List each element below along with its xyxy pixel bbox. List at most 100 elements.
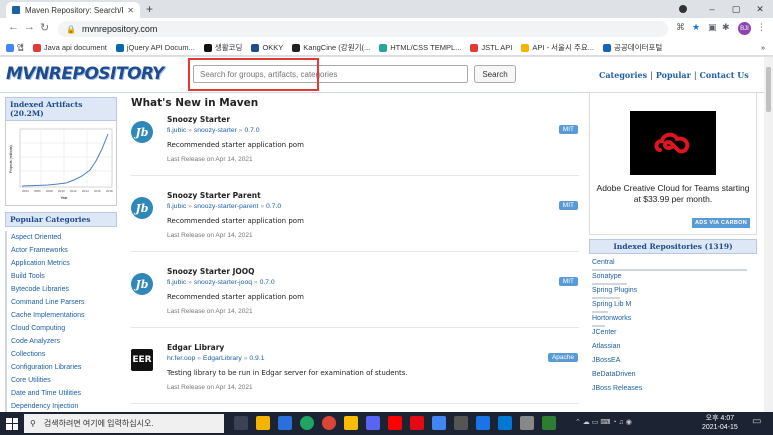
category-link[interactable]: Cache Implementations xyxy=(11,309,117,322)
bookmark-item[interactable]: HTML/CSS TEMPL... xyxy=(379,43,461,52)
category-link[interactable]: Core Utilities xyxy=(11,374,117,387)
repository-link[interactable]: JCenter xyxy=(592,329,617,336)
repository-item[interactable]: BeDataDriven xyxy=(592,371,757,385)
license-badge[interactable]: MIT xyxy=(558,125,578,134)
app-icon[interactable] xyxy=(520,416,534,430)
terminal-icon[interactable] xyxy=(454,416,468,430)
edge-icon[interactable] xyxy=(300,416,314,430)
version-link[interactable]: 0.7.0 xyxy=(244,127,259,134)
category-link[interactable]: Bytecode Libraries xyxy=(11,283,117,296)
repository-item[interactable]: Atlassian xyxy=(592,343,757,357)
repository-link[interactable]: Central xyxy=(592,259,615,266)
bookmark-item[interactable]: 공공데이터포털 xyxy=(603,42,662,53)
category-link[interactable]: Configuration Libraries xyxy=(11,361,117,374)
repository-link[interactable]: JBoss Releases xyxy=(592,385,642,392)
notification-icon[interactable]: ▭ xyxy=(752,416,761,427)
repository-item[interactable]: JBossEA xyxy=(592,357,757,371)
ad-box[interactable]: Adobe Creative Cloud for Teams starting … xyxy=(589,92,757,235)
popular-link[interactable]: Popular xyxy=(656,70,691,80)
artifact-link[interactable]: snoozy-starter-jooq xyxy=(194,279,252,286)
bookmark-item[interactable]: 생활코딩 xyxy=(203,42,242,53)
artifact-link[interactable]: snoozy-starter xyxy=(194,127,237,134)
scrollbar-thumb[interactable] xyxy=(766,67,771,112)
translate-icon[interactable]: ⌘ xyxy=(676,22,685,33)
artifact-link[interactable]: EdgarLibrary xyxy=(203,355,242,362)
more-bookmarks-icon[interactable]: » xyxy=(761,43,765,52)
repository-item[interactable]: Central xyxy=(592,259,757,273)
profile-status-icon[interactable] xyxy=(679,5,687,13)
netflix-icon[interactable] xyxy=(410,416,424,430)
new-tab-button[interactable]: + xyxy=(146,2,153,16)
indexed-artifacts-chart[interactable]: Projects (millions) 2004 2006 2008 2010 2012… xyxy=(5,121,117,206)
bookmark-star-icon[interactable]: ★ xyxy=(692,22,700,33)
category-link[interactable]: Application Metrics xyxy=(11,257,117,270)
artifact-link[interactable]: snoozy-starter-parent xyxy=(194,203,259,210)
repository-item[interactable]: Sonatype xyxy=(592,273,757,287)
repository-link[interactable]: Spring Lib M xyxy=(592,301,631,308)
address-bar[interactable]: 🔒 mvnrepository.com xyxy=(58,21,668,37)
repository-item[interactable]: Spring Lib M xyxy=(592,301,757,315)
artifact-logo-icon[interactable]: Jb xyxy=(131,197,153,219)
search-button[interactable]: Search xyxy=(474,65,516,83)
category-link[interactable]: Code Analyzers xyxy=(11,335,117,348)
category-link[interactable]: Cloud Computing xyxy=(11,322,117,335)
forward-button[interactable]: → xyxy=(24,21,35,33)
bookmark-item[interactable]: Java api document xyxy=(32,43,107,52)
bookmark-item[interactable]: OKKY xyxy=(251,43,283,52)
windows-start-icon[interactable] xyxy=(6,417,18,430)
back-button[interactable]: ← xyxy=(8,21,19,33)
menu-dots-icon[interactable]: ⋮ xyxy=(757,22,766,33)
app-icon[interactable] xyxy=(476,416,490,430)
category-link[interactable]: Dependency Injection xyxy=(11,400,117,412)
search-input[interactable] xyxy=(193,65,468,83)
category-link[interactable]: Build Tools xyxy=(11,270,117,283)
bookmark-item[interactable]: jQuery API Docum... xyxy=(115,43,195,52)
artifact-name-link[interactable]: Snoozy Starter Parent xyxy=(167,191,261,200)
license-badge[interactable]: MIT xyxy=(558,201,578,210)
file-explorer-icon[interactable] xyxy=(256,416,270,430)
taskbar-clock[interactable]: 오후 4:07 2021-04-15 xyxy=(702,414,738,432)
task-view-icon[interactable] xyxy=(234,416,248,430)
adobe-ad-image[interactable] xyxy=(630,111,716,175)
repository-item[interactable]: Hortonworks xyxy=(592,315,757,329)
bookmark-item[interactable]: API - 서울시 주요... xyxy=(521,42,594,53)
reload-button[interactable]: ↻ xyxy=(40,21,49,34)
repository-item[interactable]: Spring Plugins xyxy=(592,287,757,301)
license-badge[interactable]: Apache xyxy=(547,353,578,362)
page-scrollbar[interactable] xyxy=(764,57,773,412)
discord-icon[interactable] xyxy=(366,416,380,430)
indexed-repositories-title[interactable]: Indexed Repositories (1319) xyxy=(589,239,757,254)
group-link[interactable]: hr.fer.oop xyxy=(167,355,195,362)
categories-link[interactable]: Categories xyxy=(599,70,647,80)
category-link[interactable]: Date and Time Utilities xyxy=(11,387,117,400)
artifact-logo-icon[interactable]: Jb xyxy=(131,273,153,295)
indexed-artifacts-title[interactable]: Indexed Artifacts (20.2M) xyxy=(5,97,117,121)
repository-link[interactable]: BeDataDriven xyxy=(592,371,636,378)
version-link[interactable]: 0.9.1 xyxy=(249,355,264,362)
contact-us-link[interactable]: Contact Us xyxy=(700,70,749,80)
group-link[interactable]: fi.jubic xyxy=(167,279,186,286)
repository-link[interactable]: JBossEA xyxy=(592,357,620,364)
repository-link[interactable]: Atlassian xyxy=(592,343,620,350)
youtube-icon[interactable] xyxy=(388,416,402,430)
category-link[interactable]: Collections xyxy=(11,348,117,361)
avatar[interactable]: BJI xyxy=(738,22,751,35)
group-link[interactable]: fi.jubic xyxy=(167,203,186,210)
artifact-name-link[interactable]: Edgar Library xyxy=(167,343,224,352)
repository-link[interactable]: Hortonworks xyxy=(592,315,631,322)
license-badge[interactable]: MIT xyxy=(558,277,578,286)
app-icon[interactable] xyxy=(432,416,446,430)
site-logo[interactable]: MVNREPOSITORY xyxy=(6,64,164,84)
chrome-icon[interactable] xyxy=(322,416,336,430)
bookmark-item[interactable]: KangCine (강원기(... xyxy=(292,42,370,53)
category-link[interactable]: Command Line Parsers xyxy=(11,296,117,309)
ads-via-carbon-badge[interactable]: ADS VIA CARBON xyxy=(692,218,750,228)
artifact-logo-icon[interactable]: EER xyxy=(131,349,153,371)
mail-icon[interactable] xyxy=(278,416,292,430)
repository-item[interactable]: JCenter xyxy=(592,329,757,343)
repository-link[interactable]: Spring Plugins xyxy=(592,287,637,294)
bookmark-item[interactable]: JSTL API xyxy=(470,43,512,52)
category-link[interactable]: Aspect Oriented xyxy=(11,231,117,244)
browser-tab[interactable]: Maven Repository: Search/Brow ✕ xyxy=(6,2,140,18)
repository-item[interactable]: JBoss Releases xyxy=(592,385,757,399)
